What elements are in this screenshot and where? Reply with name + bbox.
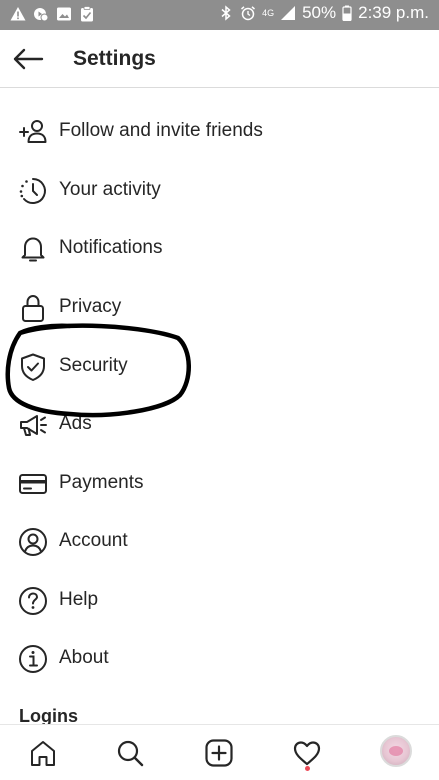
settings-item-label: Account (59, 530, 128, 551)
home-icon (31, 741, 55, 766)
settings-item-privacy[interactable]: Privacy (0, 282, 439, 332)
section-heading-logins: Logins (0, 692, 439, 725)
activity-notification-dot (305, 766, 310, 771)
clipboard-icon (81, 6, 93, 22)
bluetooth-icon (221, 5, 231, 21)
megaphone-icon (20, 415, 47, 436)
settings-item-account[interactable]: Account (0, 516, 439, 566)
nav-activity-button[interactable] (290, 736, 324, 770)
nav-search-button[interactable] (113, 736, 147, 770)
bottom-navigation (0, 724, 439, 780)
section-heading-label: Logins (19, 706, 78, 725)
back-arrow-icon (13, 48, 44, 70)
settings-item-help[interactable]: Help (0, 575, 439, 625)
status-left-icons (10, 6, 95, 22)
settings-item-label: Privacy (59, 296, 122, 317)
profile-avatar[interactable] (380, 735, 412, 767)
page-title: Settings (73, 47, 156, 70)
alarm-icon (241, 6, 256, 21)
settings-item-payments[interactable]: Payments (0, 458, 439, 508)
settings-item-label: Your activity (59, 179, 161, 200)
settings-item-ads[interactable]: Ads (0, 399, 439, 449)
signal-icon (281, 6, 296, 20)
settings-item-label: Help (59, 589, 99, 610)
settings-item-label: Notifications (59, 237, 163, 258)
card-icon (19, 474, 47, 494)
settings-header: Settings (0, 30, 439, 88)
account-icon (19, 528, 47, 556)
warning-icon (10, 7, 26, 21)
status-bar: 4G 50% 2:39 p.m. (0, 0, 439, 30)
settings-item-label: Payments (59, 472, 144, 493)
nav-home-button[interactable] (26, 736, 60, 770)
network-type: 4G (262, 7, 275, 18)
settings-item-label: Ads (59, 413, 92, 434)
activity-clock-icon (19, 178, 46, 204)
settings-item-label: Security (59, 355, 128, 376)
settings-item-security[interactable]: Security (0, 341, 439, 391)
battery-icon (342, 5, 352, 21)
settings-item-notifications[interactable]: Notifications (0, 223, 439, 273)
activity-heart-icon (293, 741, 321, 766)
settings-item-your-activity[interactable]: Your activity (0, 165, 439, 215)
settings-item-label: Follow and invite friends (59, 120, 263, 141)
clock: 2:39 p.m. (358, 3, 429, 22)
new-post-icon (205, 739, 233, 767)
search-icon (117, 740, 144, 767)
settings-item-label: About (59, 647, 109, 668)
lock-icon (22, 294, 44, 322)
nav-new-post-button[interactable] (202, 736, 236, 770)
settings-list: Follow and invite friends Your activity … (0, 89, 439, 725)
info-icon (19, 645, 47, 673)
media-icon (34, 8, 49, 22)
back-button[interactable] (10, 42, 46, 76)
avatar-image (389, 746, 403, 756)
bell-icon (21, 237, 45, 262)
image-icon (57, 7, 71, 21)
status-right: 4G 50% 2:39 p.m. (218, 3, 429, 23)
help-icon (19, 587, 47, 615)
shield-icon (21, 353, 45, 381)
settings-item-follow-invite[interactable]: Follow and invite friends (0, 106, 439, 156)
battery-percent: 50% (302, 3, 337, 22)
settings-item-about[interactable]: About (0, 633, 439, 683)
add-person-icon (19, 120, 47, 143)
